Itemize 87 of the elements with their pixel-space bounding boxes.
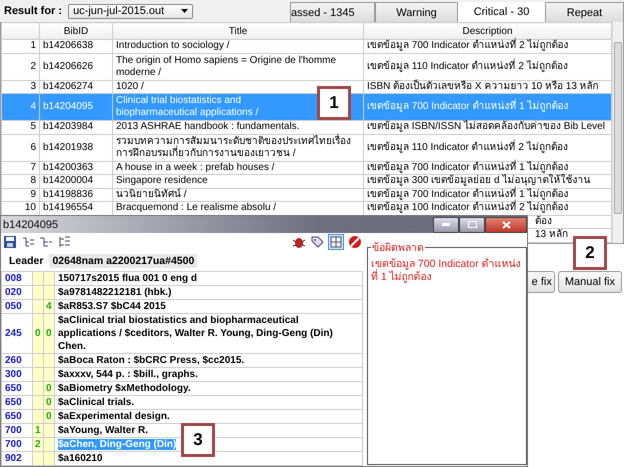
tree-icon[interactable] <box>57 234 71 249</box>
leader-label: Leader <box>9 254 44 267</box>
grid-icon[interactable] <box>328 234 344 250</box>
field-data: $aR853.S7 $bC44 2015 <box>58 301 166 312</box>
row-number: 5 <box>2 120 40 134</box>
table-cell: นวนิยายนิทัศน์ / <box>112 188 364 202</box>
row-number: 6 <box>2 134 40 161</box>
field-data: $aYoung, Walter R. <box>58 425 148 436</box>
close-icon <box>502 220 510 228</box>
maximize-icon <box>468 221 476 228</box>
table-cell: รวมบทความการสัมมนาระดับชาติของประเทศไทยเรื่อง การฝึกอบรมเกี่ยวกับการงานของเยาวชน / <box>112 134 364 161</box>
minimize-button[interactable] <box>433 216 459 232</box>
window-title: b14204095 <box>3 218 58 230</box>
save-icon[interactable] <box>3 234 17 249</box>
table-cell: เขตข้อมูล 110 Indicator ตำแหน่งที่ 2 ไม่ถูกต้อง <box>364 53 612 80</box>
minimize-icon <box>442 223 450 226</box>
error-message: เขตข้อมูล 700 Indicator ตำแหน่งที่ 1 ไม่ถูกต้อง <box>371 258 522 284</box>
tab[interactable]: Repeat <box>545 2 624 22</box>
table-cell: b14206274 <box>40 80 112 94</box>
field-data: $a160210 <box>58 453 102 464</box>
row-number: 10 <box>2 202 40 215</box>
table-cell: Bracquemond : Le realisme absolu / <box>112 202 364 215</box>
table-cell: เขตข้อมูล 700 Indicator ตำแหน่งที่ 1 ไม่ถูกต้อง <box>364 94 612 120</box>
row-number: 9 <box>2 188 40 202</box>
tree-icon[interactable] <box>39 234 53 249</box>
field-data: $aBoca Raton : $bCRC Press, $cc2015. <box>58 355 244 366</box>
table-cell: เขตข้อมูล 700 Indicator ตำแหน่งที่ 2 ไม่ถูกต้อง <box>364 40 612 53</box>
field-data: $aExperimental design. <box>58 411 170 422</box>
row-number: 7 <box>2 161 40 174</box>
table-cell: b14196554 <box>40 202 112 215</box>
table-cell: Introduction to sociology / <box>112 40 364 53</box>
table-cell: 2013 ASHRAE handbook : fundamentals. <box>112 120 364 134</box>
table-cell: เขตข้อมูล 300 เขตข้อมูลย่อย d ไม่อนุญาตให้ใช้งาน <box>364 174 612 188</box>
table-cell: The origin of Homo sapiens = Origine de l'homme moderne / <box>112 53 364 80</box>
stop-icon[interactable] <box>348 234 362 249</box>
column-header[interactable]: Title <box>112 22 364 40</box>
table-cell: b14206626 <box>40 53 112 80</box>
table-cell: 13 หลัก <box>535 229 568 242</box>
table-cell: เขตข้อมูล 700 Indicator ตำแหน่งที่ 1 ไม่ถูกต้อง <box>364 188 612 202</box>
close-button[interactable] <box>485 216 527 232</box>
table-cell: b14201938 <box>40 134 112 161</box>
indicator-cell <box>32 272 44 286</box>
row-number: 3 <box>2 80 40 94</box>
column-header[interactable]: BibID <box>40 22 112 40</box>
table-cell: b14203984 <box>40 120 112 134</box>
field-data: $axxxv, 544 p. : $bill., graphs. <box>58 369 198 380</box>
leader-value: 02648nam a2200217ua#4500 <box>49 254 198 268</box>
file-select[interactable]: uc-jun-jul-2015.out <box>68 4 194 18</box>
column-header[interactable]: Description <box>364 22 612 40</box>
maximize-button[interactable] <box>459 216 485 232</box>
table-cell: b14200363 <box>40 161 112 174</box>
table-cell: b14204095 <box>40 94 112 120</box>
row-number: 2 <box>2 53 40 80</box>
row-number: 1 <box>2 40 40 53</box>
field-data: $aChen, Ding-Geng (Din) <box>58 439 176 450</box>
row-number: 4 <box>2 94 40 120</box>
field-data: $aClinical trial biostatistics and biopharmaceutical applications / $ceditors, Walter R. Young, Ding-Geng (Din) Chen. <box>58 315 333 352</box>
table-cell: เขตข้อมูล 110 Indicator ตำแหน่งที่ 2 ไม่ถูกต้อง <box>364 134 612 161</box>
field-data: 150717s2015 flua 001 0 eng d <box>58 273 197 284</box>
callout-number: 3 <box>181 423 215 457</box>
table-cell: A house in a week : prefab houses / <box>112 161 364 174</box>
error-legend: ข้อผิดพลาด <box>371 239 425 256</box>
field-tag: 008 <box>2 272 32 286</box>
table-cell: ต้อง <box>535 216 552 228</box>
callout-number: 1 <box>317 86 351 120</box>
manual-fix-button[interactable]: Manual fix <box>558 270 622 292</box>
tree-icon[interactable] <box>21 234 35 249</box>
field-data: $aClinical trials. <box>58 397 134 408</box>
result-for-label: Result for : <box>4 5 62 17</box>
field-data: $a9781482212181 (hbk.) <box>58 287 172 298</box>
tag-icon[interactable] <box>310 234 324 249</box>
table-cell: b14200004 <box>40 174 112 188</box>
field-data: $aBiometry $xMethodology. <box>58 383 191 394</box>
table-cell: b14206638 <box>40 40 112 53</box>
row-number: 8 <box>2 174 40 188</box>
table-cell: Singapore residence <box>112 174 364 188</box>
callout-number: 2 <box>573 236 607 270</box>
tab[interactable]: Warning <box>375 2 458 22</box>
table-cell: เขตข้อมูล 100 Indicator ตำแหน่งที่ 2 ไม่ถูกต้อง <box>364 202 612 215</box>
tab[interactable]: assed - 1345 <box>290 2 375 22</box>
tab[interactable]: Critical - 30 <box>458 2 545 22</box>
table-cell: เขตข้อมูล ISBN/ISSN ไม่สอดคล้องกับค่าของ Bib Level <box>364 120 612 134</box>
table-cell: ISBN ต้องเป็นตัวเลขหรือ X ความยาว 10 หรือ 13 หลัก <box>364 80 612 94</box>
caret-icon <box>181 9 188 13</box>
scrollbar-thumb[interactable] <box>614 42 622 214</box>
table-cell: เขตข้อมูล 700 Indicator ตำแหน่งที่ 1 ไม่ถูกต้อง <box>364 161 612 174</box>
table-cell: b14198836 <box>40 188 112 202</box>
